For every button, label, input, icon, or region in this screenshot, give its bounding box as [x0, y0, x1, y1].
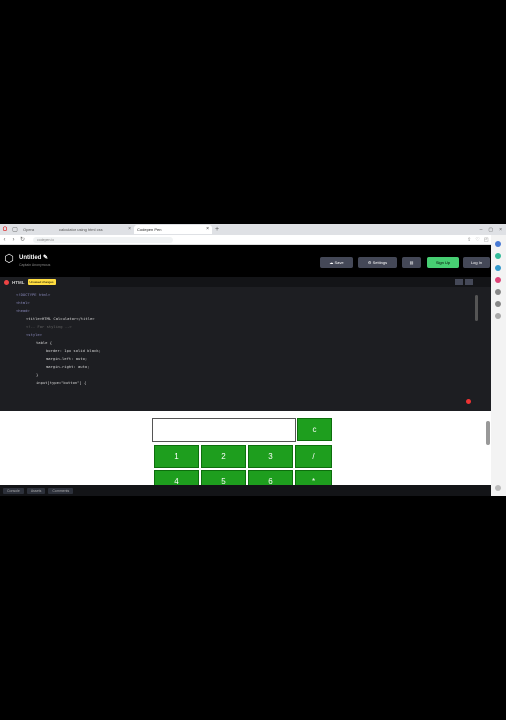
layout-button[interactable]: ▤	[402, 257, 421, 268]
settings-button[interactable]: ⚙ Settings	[358, 257, 397, 268]
unsaved-badge: Unsaved changes	[27, 279, 56, 285]
code-line: <style>	[26, 332, 43, 337]
editor-settings-icon[interactable]	[455, 279, 463, 285]
bookmark-icon[interactable]: ♡	[475, 237, 479, 243]
screen: O ▢ Opera calculator using html css × Cod…	[0, 224, 506, 496]
code-line: margin-right: auto;	[46, 364, 90, 369]
editor-header: HTML Unsaved changes	[0, 277, 491, 287]
close-icon[interactable]: ×	[206, 225, 209, 234]
console-button[interactable]: Console	[3, 487, 24, 494]
whatsapp-icon[interactable]	[495, 253, 501, 259]
login-button[interactable]: Log In	[463, 257, 490, 268]
code-line: <!-- For styling -->	[26, 324, 72, 329]
more-icon[interactable]	[495, 485, 501, 491]
editor-scrollbar[interactable]	[475, 295, 478, 321]
comments-button[interactable]: Comments	[48, 487, 74, 494]
history-icon[interactable]	[495, 301, 501, 307]
result-preview: c 1 2 3 / 4 5 6 *	[0, 411, 491, 493]
calc-button-1[interactable]: 1	[154, 445, 199, 468]
share-icon[interactable]: ⇪	[467, 237, 471, 243]
pen-author: Captain Anonymous	[19, 263, 51, 267]
code-line: <title>HTML Calculator</title>	[26, 316, 95, 321]
reload-icon[interactable]: ↻	[18, 236, 27, 243]
html-status-icon	[4, 279, 9, 285]
calc-button-divide[interactable]: /	[295, 445, 332, 468]
back-icon[interactable]: ‹	[0, 237, 9, 243]
save-button[interactable]: ☁ Save	[320, 257, 353, 268]
forward-icon[interactable]: ›	[9, 237, 18, 243]
browser-tab-1[interactable]: Opera	[20, 225, 56, 234]
calc-button-2[interactable]: 2	[201, 445, 246, 468]
browser-tab-2[interactable]: calculator using html css ×	[56, 225, 134, 234]
code-line: border: 1px solid black;	[46, 348, 101, 353]
telegram-icon[interactable]	[495, 265, 501, 271]
code-line: table {	[36, 340, 53, 345]
editor-tab-html[interactable]: HTML Unsaved changes	[0, 277, 90, 287]
pen-title[interactable]: Untitled ✎	[19, 254, 48, 261]
snapshot-icon[interactable]: ◰	[484, 237, 489, 243]
address-bar: ‹ › ↻ codepen.io ⇪ ♡ ◰ ↓ ≡	[0, 235, 506, 245]
workspaces-icon[interactable]: ▢	[10, 225, 20, 234]
editor-collapse-icon[interactable]	[465, 279, 473, 285]
calc-button-3[interactable]: 3	[248, 445, 293, 468]
code-line: }	[36, 372, 39, 377]
maximize-icon[interactable]: ▢	[488, 227, 493, 233]
code-line: <!DOCTYPE html>	[16, 292, 51, 297]
code-line: margin-left: auto;	[46, 356, 88, 361]
codepen-logo-icon[interactable]: ⬡	[3, 253, 15, 265]
messenger-icon[interactable]	[495, 241, 501, 247]
browser-tab-3[interactable]: Codepen Pen ×	[134, 225, 212, 234]
new-tab-button[interactable]: +	[212, 226, 222, 233]
settings-icon[interactable]	[495, 313, 501, 319]
preview-scrollbar[interactable]	[486, 421, 490, 445]
code-line: input[type="button"] {	[36, 380, 87, 385]
code-line: <html>	[16, 300, 30, 305]
opera-logo-icon[interactable]: O	[0, 225, 10, 234]
error-marker-icon	[466, 399, 471, 404]
opera-sidebar	[491, 235, 506, 496]
window-controls: – ▢ ×	[480, 227, 506, 233]
bookmarks-icon[interactable]	[495, 289, 501, 295]
calc-button-clear[interactable]: c	[297, 418, 332, 441]
code-area[interactable]: <!DOCTYPE html> <html> <head> <title>HTML C…	[16, 291, 101, 387]
instagram-icon[interactable]	[495, 277, 501, 283]
codepen-header: ⬡ Untitled ✎ Captain Anonymous ☁ Save ⚙ …	[0, 245, 491, 277]
calculator-display[interactable]	[152, 418, 296, 442]
signup-button[interactable]: Sign Up	[427, 257, 459, 268]
html-editor[interactable]: HTML Unsaved changes <!DOCTYPE html> <htm…	[0, 277, 491, 411]
close-icon[interactable]: ×	[128, 225, 131, 234]
close-window-icon[interactable]: ×	[499, 227, 502, 233]
code-line: <head>	[16, 308, 30, 313]
url-field[interactable]: codepen.io	[33, 236, 173, 243]
codepen-bottom-bar: Console Assets Comments	[0, 485, 491, 496]
browser-tab-bar: O ▢ Opera calculator using html css × Cod…	[0, 224, 506, 235]
minimize-icon[interactable]: –	[480, 227, 483, 233]
assets-button[interactable]: Assets	[26, 487, 46, 494]
